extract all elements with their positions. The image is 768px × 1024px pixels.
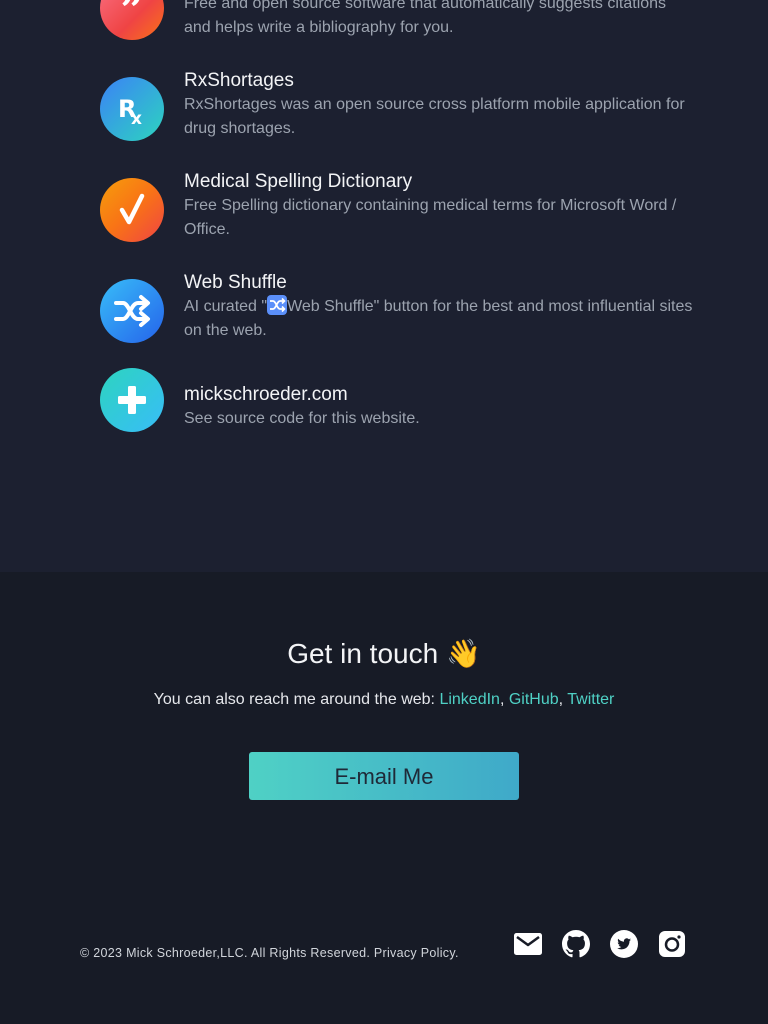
- shuffle-icon: [100, 279, 164, 343]
- project-description: Free and open source software that autom…: [184, 0, 667, 36]
- github-icon[interactable]: [562, 930, 590, 958]
- project-title[interactable]: RxShortages: [184, 69, 694, 93]
- project-title[interactable]: Web Shuffle: [184, 271, 694, 295]
- rx-icon: R x: [100, 77, 164, 141]
- instagram-icon[interactable]: [658, 930, 686, 958]
- twitter-link[interactable]: Twitter: [567, 691, 614, 708]
- quote-icon: ”: [100, 0, 164, 40]
- project-title[interactable]: Medical Spelling Dictionary: [184, 170, 694, 194]
- shuffle-emoji-icon: [267, 295, 288, 315]
- footer-copyright: © 2023 Mick Schroeder,LLC. All Rights Re…: [80, 946, 459, 960]
- mail-icon[interactable]: [514, 930, 542, 958]
- contact-intro: You can also reach me around the web: Li…: [153, 691, 615, 708]
- email-me-button[interactable]: E-mail Me: [249, 752, 519, 800]
- projects-section: ” Free and open source software that aut…: [0, 0, 768, 572]
- svg-text:x: x: [131, 109, 142, 127]
- linkedin-link[interactable]: LinkedIn: [439, 691, 500, 708]
- github-link[interactable]: GitHub: [509, 691, 559, 708]
- checkmark-icon: [100, 178, 164, 242]
- twitter-icon[interactable]: [610, 930, 638, 958]
- project-title[interactable]: mickschroeder.com: [184, 383, 694, 407]
- contact-heading: Get in touch 👋: [287, 638, 481, 669]
- svg-text:”: ”: [120, 0, 143, 28]
- project-description: AI curated " Web Shuffle" button for the …: [184, 295, 694, 343]
- project-description: RxShortages was an open source cross pla…: [184, 96, 685, 137]
- project-description: See source code for this website.: [184, 410, 420, 427]
- plus-icon: [100, 368, 164, 432]
- project-description: Free Spelling dictionary containing medi…: [184, 197, 677, 238]
